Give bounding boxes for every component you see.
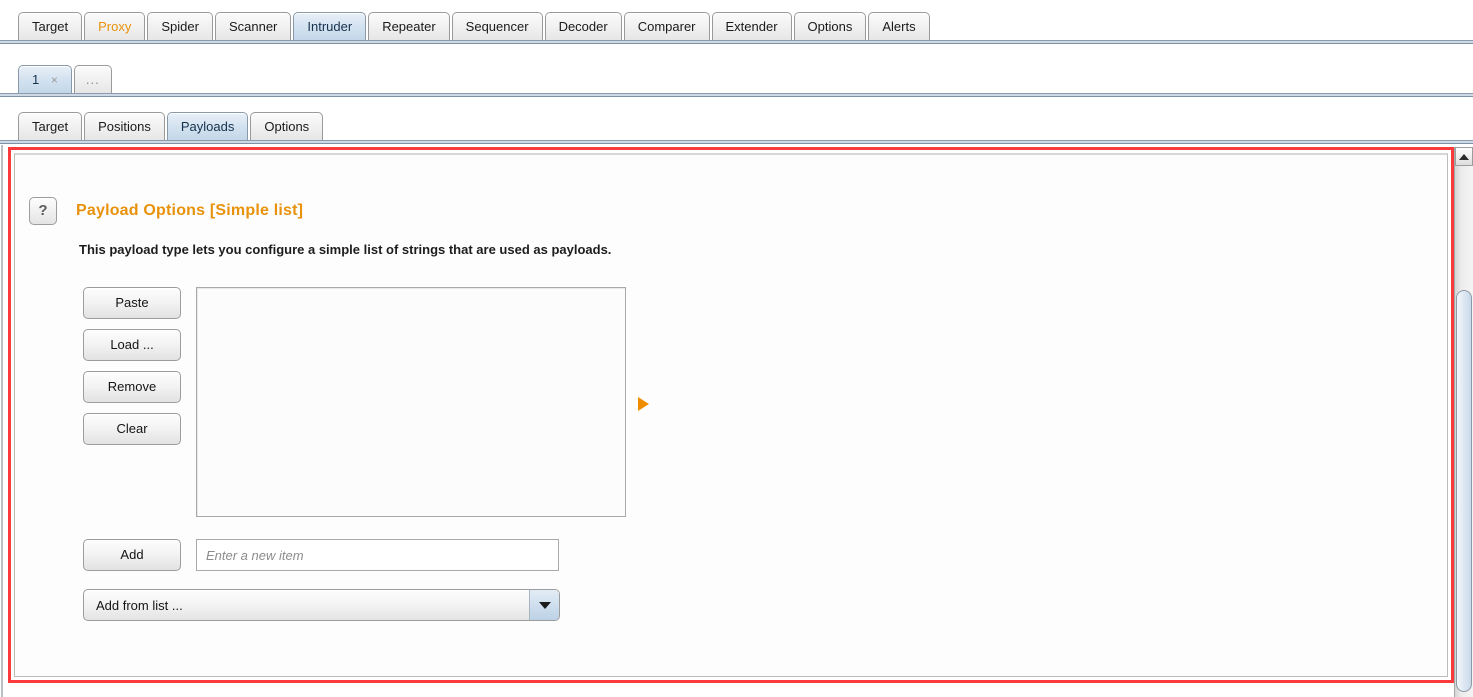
main-tab-alerts[interactable]: Alerts xyxy=(868,12,930,40)
main-tab-intruder[interactable]: Intruder xyxy=(293,12,367,40)
payload-options-form: Paste Load ... Remove Clear Add Add from… xyxy=(83,287,1447,621)
payload-options-description: This payload type lets you configure a s… xyxy=(79,242,612,257)
remove-button[interactable]: Remove xyxy=(83,371,181,403)
attack-tab-1-label: 1 xyxy=(32,72,40,87)
play-triangle-icon xyxy=(638,397,649,411)
main-tab-sequencer[interactable]: Sequencer xyxy=(451,12,543,40)
main-tab-spider[interactable]: Spider xyxy=(147,12,213,40)
attack-tab-1[interactable]: 1 × xyxy=(18,65,72,93)
main-tab-bar: Target Proxy Spider Scanner Intruder Rep… xyxy=(0,0,1473,40)
main-tab-extender[interactable]: Extender xyxy=(711,12,792,40)
chevron-down-icon[interactable] xyxy=(529,590,559,620)
add-from-list-dropdown[interactable]: Add from list ... xyxy=(83,589,560,621)
add-from-list-label: Add from list ... xyxy=(96,597,183,613)
main-tab-target[interactable]: Target xyxy=(18,12,83,40)
left-edge-rail xyxy=(0,145,4,697)
add-item-row: Add xyxy=(83,539,1447,571)
main-tab-repeater[interactable]: Repeater xyxy=(368,12,450,40)
payload-list-row: Paste Load ... Remove Clear xyxy=(83,287,1447,517)
intruder-tab-payloads[interactable]: Payloads xyxy=(166,112,249,140)
intruder-tab-options[interactable]: Options xyxy=(250,112,324,140)
attack-tab-new[interactable]: ... xyxy=(73,65,112,93)
intruder-tab-bar: Target Positions Payloads Options xyxy=(0,98,1473,140)
load-button[interactable]: Load ... xyxy=(83,329,181,361)
intruder-tab-positions[interactable]: Positions xyxy=(84,112,165,140)
paste-button[interactable]: Paste xyxy=(83,287,181,319)
scroll-up-arrow-icon[interactable] xyxy=(1455,147,1473,166)
new-item-input[interactable] xyxy=(196,539,559,571)
scrollbar-track[interactable] xyxy=(1455,166,1473,697)
main-tab-scanner[interactable]: Scanner xyxy=(214,12,292,40)
payload-options-highlight: ? Payload Options [Simple list] This pay… xyxy=(8,147,1454,683)
clear-button[interactable]: Clear xyxy=(83,413,181,445)
intruder-tab-target[interactable]: Target xyxy=(18,112,83,140)
payload-options-panel: ? Payload Options [Simple list] This pay… xyxy=(14,153,1448,677)
close-icon[interactable]: × xyxy=(51,73,58,87)
help-icon[interactable]: ? xyxy=(29,197,57,225)
main-tab-decoder[interactable]: Decoder xyxy=(544,12,622,40)
main-tab-proxy[interactable]: Proxy xyxy=(84,12,146,40)
payload-list-box[interactable] xyxy=(196,287,626,517)
payload-options-header: ? Payload Options [Simple list] xyxy=(29,197,1447,225)
add-button[interactable]: Add xyxy=(83,539,181,571)
main-tab-options[interactable]: Options xyxy=(793,12,867,40)
payload-list-actions: Paste Load ... Remove Clear xyxy=(83,287,181,445)
scrollbar-thumb[interactable] xyxy=(1456,290,1472,692)
vertical-scrollbar[interactable] xyxy=(1454,147,1473,697)
attack-tab-bar: 1 × ... xyxy=(0,45,1473,93)
page-title: Payload Options [Simple list] xyxy=(76,202,304,219)
main-tab-comparer[interactable]: Comparer xyxy=(623,12,710,40)
